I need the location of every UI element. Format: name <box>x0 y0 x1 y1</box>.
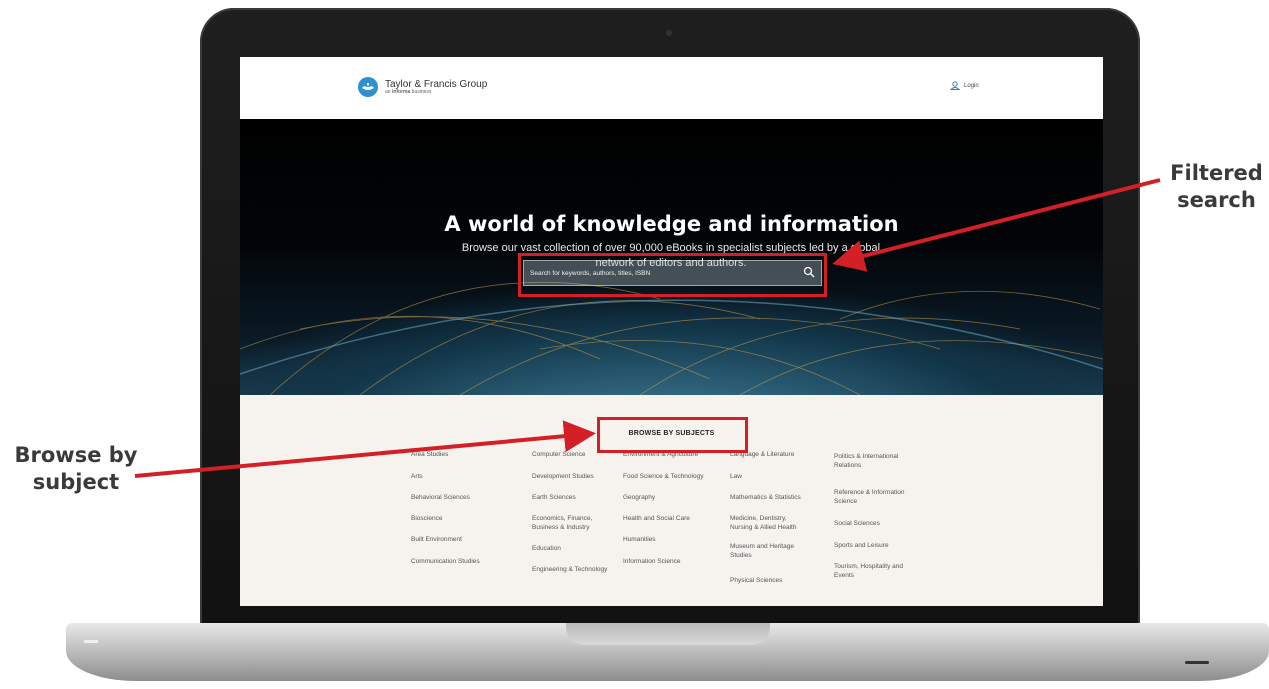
subject-link[interactable]: Arts <box>411 473 423 482</box>
subject-link[interactable]: Information Science <box>623 558 680 567</box>
login-link[interactable]: Login <box>950 81 979 90</box>
logo-sub-pre: an <box>385 88 392 95</box>
browse-subject-label-line1: Browse by <box>14 443 138 467</box>
subject-link[interactable]: Tourism, Hospitality and Events <box>834 563 924 580</box>
subject-link[interactable]: Museum and Heritage Studies <box>730 543 800 560</box>
subject-link[interactable]: Built Environment <box>411 536 462 545</box>
subject-link[interactable]: Behavioral Sciences <box>411 494 470 503</box>
subject-link[interactable]: Social Sciences <box>834 520 880 529</box>
site-header: Taylor & Francis Group an informa busine… <box>240 57 1103 119</box>
laptop-camera <box>666 30 672 36</box>
hero-title: A world of knowledge and information <box>444 212 899 236</box>
user-icon <box>950 81 960 90</box>
browse-by-subject-label: Browse by subject <box>6 442 146 496</box>
login-label: Login <box>964 82 979 89</box>
subject-link[interactable]: Physical Sciences <box>730 577 782 586</box>
subject-link[interactable]: Engineering & Technology <box>532 566 607 575</box>
laptop-base-highlight <box>84 640 98 643</box>
logo-text: Taylor & Francis Group an informa busine… <box>385 79 487 96</box>
logo-subtitle: an informa business <box>385 88 487 96</box>
subject-link[interactable]: Health and Social Care <box>623 515 690 524</box>
subject-link[interactable]: Food Science & Technology <box>623 473 703 482</box>
subject-link[interactable]: Computer Science <box>532 451 585 460</box>
site-logo[interactable]: Taylor & Francis Group an informa busine… <box>358 77 487 97</box>
filtered-search-label-line1: Filtered <box>1170 161 1263 185</box>
laptop-slot <box>1185 661 1209 664</box>
subject-link[interactable]: Sports and Leisure <box>834 542 889 551</box>
subject-link[interactable]: Reference & Information Science <box>834 489 924 506</box>
search-highlight-box <box>518 253 827 297</box>
subject-link[interactable]: Mathematics & Statistics <box>730 494 801 503</box>
subject-link[interactable]: Communication Studies <box>411 558 480 567</box>
subject-link[interactable]: Politics & International Relations <box>834 453 924 470</box>
subject-link[interactable]: Earth Sciences <box>532 494 576 503</box>
logo-sub-bold: informa <box>391 88 411 95</box>
subject-link[interactable]: Development Studies <box>532 473 594 482</box>
logo-sub-post: business <box>410 88 432 95</box>
subject-link[interactable]: Area Studies <box>411 451 448 460</box>
subjects-highlight-box <box>597 417 748 453</box>
logo-icon <box>358 77 378 97</box>
subject-link[interactable]: Law <box>730 473 742 482</box>
filtered-search-label-line2: search <box>1177 188 1256 212</box>
subject-link[interactable]: Economics, Finance, Business & Industry <box>532 515 602 532</box>
subject-link[interactable]: Education <box>532 545 561 554</box>
laptop-screen: Taylor & Francis Group an informa busine… <box>240 57 1103 606</box>
subject-link[interactable]: Medicine, Dentistry, Nursing & Allied He… <box>730 515 810 532</box>
filtered-search-label: Filtered search <box>1164 160 1269 214</box>
browse-subject-label-line2: subject <box>32 470 120 494</box>
subject-link[interactable]: Bioscience <box>411 515 442 524</box>
subject-link[interactable]: Geography <box>623 494 655 503</box>
laptop-base-notch <box>566 623 770 645</box>
subject-link[interactable]: Humanities <box>623 536 656 545</box>
